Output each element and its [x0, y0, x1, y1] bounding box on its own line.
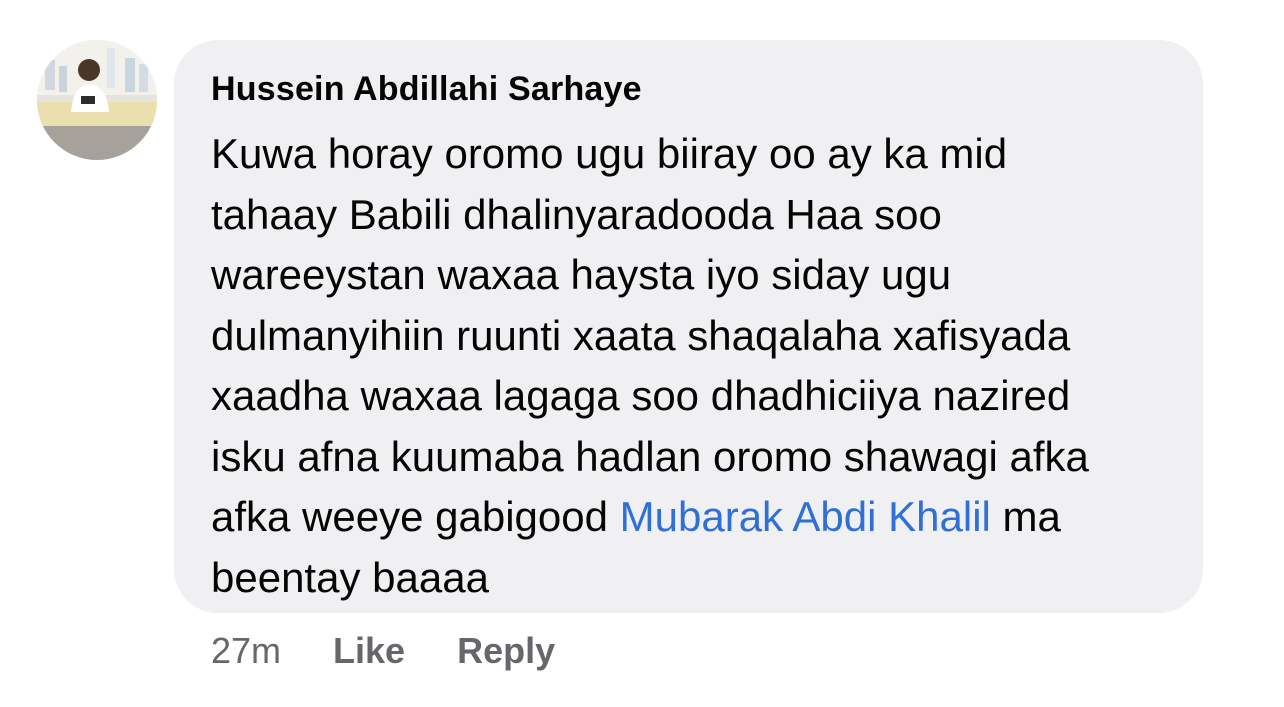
comment-row: Hussein Abdillahi Sarhaye Kuwa horay oro… — [0, 0, 1284, 707]
reply-button[interactable]: Reply — [457, 630, 555, 672]
comment-text-part: Kuwa horay oromo ugu biiray oo ay ka mid… — [211, 130, 1089, 540]
avatar[interactable] — [37, 40, 157, 160]
mention-link[interactable]: Mubarak Abdi Khalil — [620, 493, 991, 540]
comment-author[interactable]: Hussein Abdillahi Sarhaye — [211, 66, 1173, 112]
comment-actions: 27m Like Reply — [211, 628, 555, 674]
comment-text: Kuwa horay oromo ugu biiray oo ay ka mid… — [211, 124, 1173, 608]
avatar-photo — [37, 40, 157, 160]
comment-bubble: Hussein Abdillahi Sarhaye Kuwa horay oro… — [174, 40, 1203, 613]
like-button[interactable]: Like — [333, 630, 405, 672]
comment-timestamp[interactable]: 27m — [211, 630, 281, 672]
